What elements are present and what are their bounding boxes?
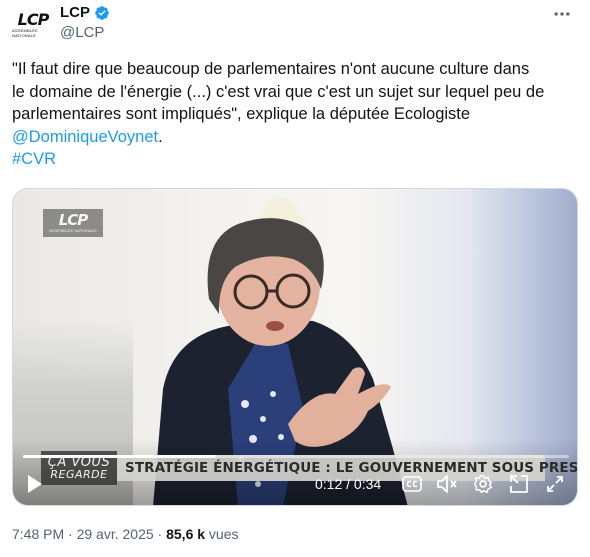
volume-muted-icon[interactable] [435,473,459,495]
settings-gear-icon[interactable] [471,473,495,495]
play-icon[interactable] [23,473,47,495]
meta-separator: · [64,526,77,542]
tweet-text-line: #CVR [12,148,572,171]
video-player[interactable]: LCP ASSEMBLÉE NATIONALE ÇA VOUS REGARDE … [12,188,578,506]
hashtag-link[interactable]: #CVR [12,150,56,168]
tweet-text-line: parlementaires sont impliqués", explique… [12,105,471,123]
avatar[interactable]: LCP ASSEMBLÉE NATIONALE [12,4,54,46]
display-name[interactable]: LCP [60,4,90,21]
tweet-text: "Il faut dire que beaucoup de parlementa… [12,58,572,171]
video-time: 0:12 / 0:34 [315,476,382,492]
show-logo-line2: REGARDE [50,467,108,481]
account-handle[interactable]: @LCP [60,24,104,41]
picture-in-picture-icon[interactable] [507,473,531,495]
avatar-logo-subtitle: ASSEMBLÉE NATIONALE [12,28,39,38]
views-count: 85,6 k [166,526,206,542]
captions-icon[interactable] [401,473,423,495]
tweet-card: LCP ASSEMBLÉE NATIONALE LCP @LCP "Il fau… [0,0,590,557]
avatar-logo: LCP [17,10,50,29]
tweet-text-line: le domaine de l'énergie (...) c'est vrai… [12,82,545,101]
post-date[interactable]: 29 avr. 2025 [77,526,154,542]
views-label: vues [205,526,239,542]
meta-separator: · [153,526,167,542]
mention-link[interactable]: @DominiqueVoynet [12,128,158,146]
video-progress-bar[interactable] [23,455,569,458]
more-options-icon[interactable] [550,4,574,24]
tweet-text-line: "Il faut dire que beaucoup de parlementa… [12,60,530,78]
fullscreen-icon[interactable] [543,473,567,495]
mention-suffix: . [158,127,163,146]
post-time[interactable]: 7:48 PM [12,526,64,542]
verified-badge-icon [95,5,109,20]
tweet-text-line: @DominiqueVoynet. [12,126,572,149]
video-progress-fill [23,455,216,458]
author-name-row: LCP [60,4,110,21]
tweet-meta: 7:48 PM · 29 avr. 2025 · 85,6 k vues [12,526,239,542]
